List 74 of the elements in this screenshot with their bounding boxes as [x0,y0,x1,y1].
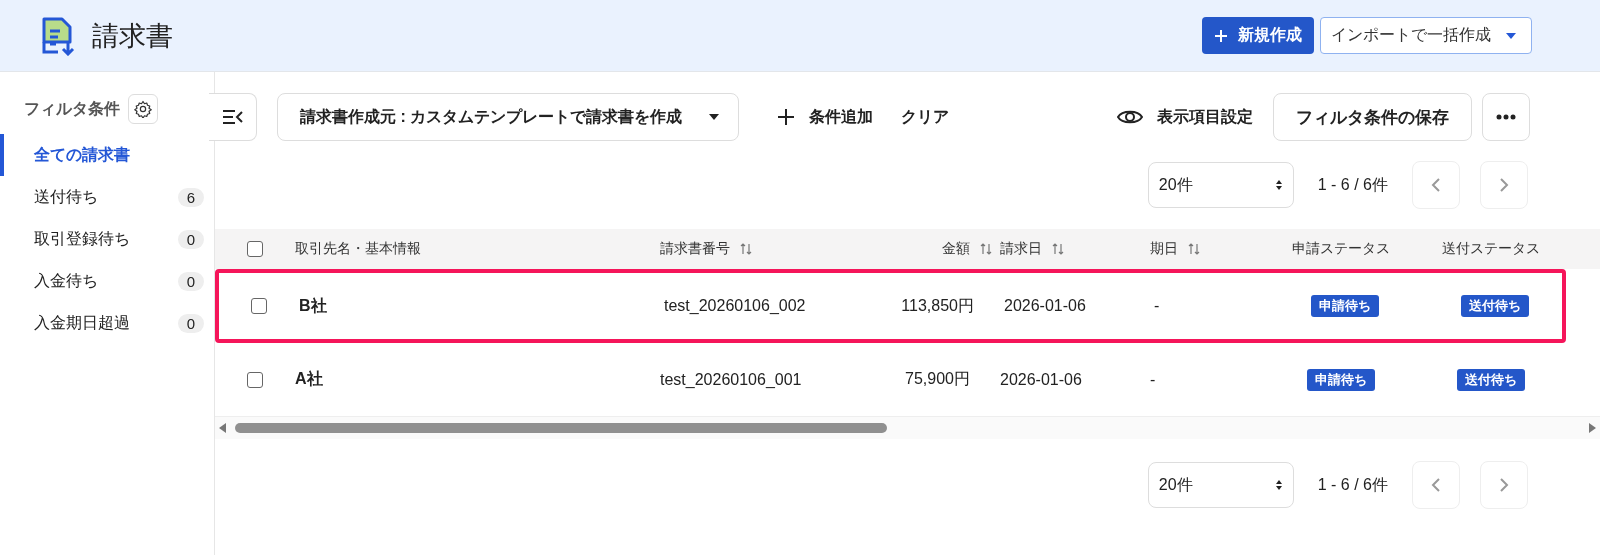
chevron-left-icon [1431,477,1441,493]
display-settings-button[interactable]: 表示項目設定 [1113,106,1257,128]
gear-icon [134,100,152,118]
sidebar-item[interactable]: 送付待ち 6 [0,176,214,218]
plus-icon [777,108,796,126]
scroll-left-icon[interactable] [219,423,227,433]
per-page-select[interactable]: 20件 [1147,162,1294,208]
caret-icon [1505,31,1517,40]
new-button[interactable]: 新規作成 [1202,17,1314,54]
sort-icon[interactable] [1052,242,1064,256]
column-header: 請求日 [1000,240,1042,258]
client-name: B社 [299,295,327,316]
table-cell: test_20260106_002 [664,297,806,315]
chevron-right-icon [1499,477,1509,493]
add-condition-button[interactable]: 条件追加 [773,106,878,128]
chevron-right-icon [1499,177,1509,193]
table-cell-text: 113,850円 [901,295,974,316]
row-checkbox[interactable] [247,371,263,388]
column-header: 期日 [1150,240,1178,258]
client-name: A社 [295,369,323,389]
page-title: 請求書 [92,19,173,53]
settings-button[interactable] [128,94,158,124]
page-range: 1 - 6 / 6件 [1317,474,1388,495]
status-badge: 申請待ち [1311,295,1379,317]
sidebar-item[interactable]: 取引登録待ち 0 [0,218,214,260]
table-cell: - [1154,297,1160,315]
filter-label: 全ての請求書 [34,144,130,165]
page-range: 1 - 6 / 6件 [1317,174,1388,195]
sort-icon[interactable] [980,242,992,256]
column-header: 申請ステータス [1292,240,1390,258]
save-filter-button[interactable]: フィルタ条件の保存 [1273,93,1472,141]
select-all-checkbox[interactable] [247,241,263,257]
stepper-icon [1274,179,1283,191]
status-badge: 送付待ち [1461,295,1529,317]
row-checkbox[interactable] [251,298,267,314]
import-dropdown[interactable]: インポートで一括作成 [1320,17,1532,54]
table-cell: test_20260106_001 [660,370,802,389]
collapse-button[interactable] [209,93,257,141]
table-cell: 2026-01-06 [1000,370,1082,389]
caret-icon [708,113,721,121]
column-header: 金額 [942,240,970,258]
sidebar-item[interactable]: 入金待ち 0 [0,260,214,302]
sort-icon[interactable] [1188,242,1200,256]
column-header: 送付ステータス [1442,240,1540,258]
filter-dropdown[interactable]: 請求書作成元 : カスタムテンプレートで請求書を作成 [277,93,740,141]
column-header: 取引先名・基本情報 [295,240,421,258]
plus-icon [1214,28,1228,43]
filter-heading: フィルタ条件 [24,98,120,119]
chevron-left-icon [1431,177,1441,193]
table-cell-text: 75,900円 [905,369,970,389]
count-badge: 0 [177,271,204,291]
collapse-icon [221,108,244,126]
scroll-right-icon[interactable] [1588,423,1596,433]
more-icon [1496,114,1516,120]
filter-label: 取引登録待ち [34,228,130,249]
count-badge: 6 [177,187,204,207]
clear-button[interactable]: クリア [897,106,954,128]
sidebar-item[interactable]: 入金期日超過 0 [0,302,214,344]
sort-icon[interactable] [740,242,752,256]
more-button[interactable] [1482,93,1530,141]
status-badge: 申請待ち [1307,368,1375,391]
filter-label: 送付待ち [34,186,98,207]
column-header: 請求書番号 [660,240,730,258]
horizontal-scrollbar[interactable] [215,417,1600,439]
filter-label: 入金期日超過 [34,312,130,333]
stepper-icon [1274,479,1283,491]
status-badge: 送付待ち [1457,368,1525,391]
count-badge: 0 [177,229,204,249]
per-page-select[interactable]: 20件 [1147,462,1294,508]
count-badge: 0 [177,313,204,333]
table-cell: 2026-01-06 [1004,297,1086,315]
table-cell: - [1150,370,1156,389]
eye-icon [1117,108,1143,126]
filter-label: 入金待ち [34,270,98,291]
